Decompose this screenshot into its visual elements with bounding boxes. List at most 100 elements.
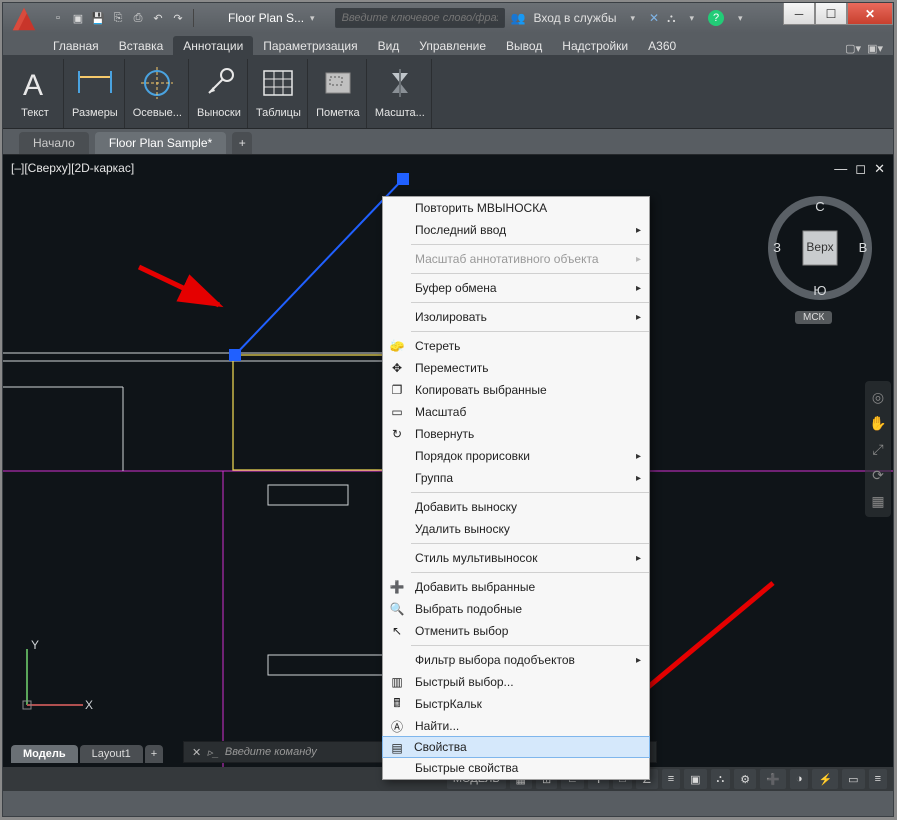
help-icon[interactable]: ? xyxy=(708,10,724,26)
tab-output[interactable]: Вывод xyxy=(496,36,552,55)
lineweight-toggle-icon[interactable]: ≡ xyxy=(662,769,680,789)
save-icon[interactable]: 💾 xyxy=(89,9,107,27)
open-icon[interactable]: ▣ xyxy=(69,9,87,27)
tab-addins[interactable]: Надстройки xyxy=(552,36,638,55)
tab-view[interactable]: Вид xyxy=(368,36,410,55)
cm-group[interactable]: Группа▸ xyxy=(383,467,649,489)
cm-quick-select[interactable]: ▥Быстрый выбор... xyxy=(383,671,649,693)
cm-properties[interactable]: ▤Свойства xyxy=(382,736,650,758)
quick-select-icon: ▥ xyxy=(389,674,405,690)
cm-add-selected[interactable]: ➕Добавить выбранные xyxy=(383,576,649,598)
redo-icon[interactable]: ↷ xyxy=(169,9,187,27)
find-icon: Ⓐ xyxy=(389,718,405,734)
move-icon: ✥ xyxy=(389,360,405,376)
customize-status-icon[interactable]: ≡ xyxy=(869,769,887,789)
cm-subobj-filter[interactable]: Фильтр выбора подобъектов▸ xyxy=(383,649,649,671)
maximize-button[interactable]: ☐ xyxy=(815,3,847,25)
plot-icon[interactable]: ⎙ xyxy=(129,9,147,27)
quick-access-toolbar: ▫ ▣ 💾 ⎘ ⎙ ↶ ↷ xyxy=(49,9,198,27)
cm-repeat[interactable]: Повторить МВЫНОСКА xyxy=(383,197,649,219)
cm-copy[interactable]: ❐Копировать выбранные xyxy=(383,379,649,401)
nav-wheel-icon[interactable]: ◎ xyxy=(868,387,888,407)
add-selected-icon: ➕ xyxy=(389,579,405,595)
ribbon-leaders[interactable]: Выноски xyxy=(191,59,248,128)
pan-icon[interactable]: ✋ xyxy=(868,413,888,433)
ribbon-tabs: Главная Вставка Аннотации Параметризация… xyxy=(3,33,893,55)
wcs-label[interactable]: МСК xyxy=(795,311,832,324)
ribbon-extra-icon[interactable]: ▢▾ xyxy=(845,42,861,55)
cm-move[interactable]: ✥Переместить xyxy=(383,357,649,379)
saveas-icon[interactable]: ⎘ xyxy=(109,9,127,27)
titlebar: ▫ ▣ 💾 ⎘ ⎙ ↶ ↷ Floor Plan S... ▾ 👥 Вход в… xyxy=(3,3,893,33)
undo-icon[interactable]: ↶ xyxy=(149,9,167,27)
new-icon[interactable]: ▫ xyxy=(49,9,67,27)
ribbon-text[interactable]: A Текст xyxy=(7,59,64,128)
command-prompt-icon: ▹_ xyxy=(207,746,219,759)
doc-tab-add-button[interactable]: + xyxy=(232,132,252,154)
ribbon-dimensions[interactable]: Размеры xyxy=(66,59,125,128)
close-button[interactable]: ✕ xyxy=(847,3,893,25)
tab-annotate[interactable]: Аннотации xyxy=(173,36,253,55)
context-menu: Повторить МВЫНОСКА Последний ввод▸ Масшт… xyxy=(382,196,650,780)
viewcube[interactable]: Верх С Ю З В МСК xyxy=(765,193,875,303)
doc-tab-active[interactable]: Floor Plan Sample* xyxy=(95,132,226,154)
tab-parametric[interactable]: Параметризация xyxy=(253,36,367,55)
showmotion-icon[interactable]: ▦ xyxy=(868,491,888,511)
select-similar-icon: 🔍 xyxy=(389,601,405,617)
hardware-accel-icon[interactable]: ⚡ xyxy=(812,769,838,789)
layout-tab[interactable]: Layout1 xyxy=(80,745,143,763)
cm-quickcalc[interactable]: 🖩БыстрКальк xyxy=(383,693,649,715)
ribbon: A Текст Размеры Осевые... Выноски Таблиц… xyxy=(3,55,893,129)
ribbon-markup[interactable]: Пометка xyxy=(310,59,367,128)
isolate-icon[interactable]: ◑ xyxy=(790,769,809,789)
cm-isolate[interactable]: Изолировать▸ xyxy=(383,306,649,328)
orbit-icon[interactable]: ⟳ xyxy=(868,465,888,485)
centerline-icon xyxy=(135,61,179,105)
exchange-icon[interactable]: ✕ xyxy=(649,11,659,25)
tab-manage[interactable]: Управление xyxy=(409,36,496,55)
ribbon-tables[interactable]: Таблицы xyxy=(250,59,308,128)
cm-draw-order[interactable]: Порядок прорисовки▸ xyxy=(383,445,649,467)
erase-icon: 🧽 xyxy=(389,338,405,354)
tab-home[interactable]: Главная xyxy=(43,36,109,55)
annomonitor-icon[interactable]: ➕ xyxy=(760,769,786,789)
tab-insert[interactable]: Вставка xyxy=(109,36,174,55)
command-placeholder: Введите команду xyxy=(225,746,317,758)
title-dropdown-icon[interactable]: ▾ xyxy=(310,13,315,24)
workspace-icon[interactable]: ⚙ xyxy=(734,769,756,789)
cm-clipboard[interactable]: Буфер обмена▸ xyxy=(383,277,649,299)
svg-text:В: В xyxy=(859,240,868,255)
cleanscreen-icon[interactable]: ▭ xyxy=(842,769,864,789)
app-logo-icon[interactable] xyxy=(7,2,41,36)
cm-erase[interactable]: 🧽Стереть xyxy=(383,335,649,357)
ribbon-centerlines[interactable]: Осевые... xyxy=(127,59,189,128)
cm-scale[interactable]: ▭Масштаб xyxy=(383,401,649,423)
cm-mleader-style[interactable]: Стиль мультивыносок▸ xyxy=(383,547,649,569)
cm-add-leader[interactable]: Добавить выноску xyxy=(383,496,649,518)
cm-find[interactable]: ⒶНайти... xyxy=(383,715,649,737)
signin-label[interactable]: Вход в службы xyxy=(534,11,617,25)
doc-tab-start[interactable]: Начало xyxy=(19,132,89,154)
infocenter-search-input[interactable] xyxy=(335,8,505,28)
signin-icon[interactable]: 👥 xyxy=(511,11,526,25)
cm-select-similar[interactable]: 🔍Выбрать подобные xyxy=(383,598,649,620)
leader-icon xyxy=(197,61,241,105)
cm-del-leader[interactable]: Удалить выноску xyxy=(383,518,649,540)
transparency-toggle-icon[interactable]: ▣ xyxy=(684,769,706,789)
command-close-icon[interactable]: ✕ xyxy=(192,746,201,759)
annoscale-icon[interactable]: ⛬ xyxy=(711,769,731,789)
ribbon-scale[interactable]: Масшта... xyxy=(369,59,432,128)
window-title: Floor Plan S... xyxy=(228,11,304,25)
a360-icon[interactable]: ⛬ xyxy=(667,11,675,26)
add-layout-button[interactable]: + xyxy=(145,745,163,763)
model-tab[interactable]: Модель xyxy=(11,745,78,763)
cm-quick-props[interactable]: Быстрые свойства xyxy=(383,757,649,779)
zoom-extents-icon[interactable]: ⤢ xyxy=(868,439,888,459)
tab-a360[interactable]: A360 xyxy=(638,36,686,55)
cm-rotate[interactable]: ↻Повернуть xyxy=(383,423,649,445)
minimize-button[interactable]: ─ xyxy=(783,3,815,25)
window-controls: ─ ☐ ✕ xyxy=(783,3,893,25)
cm-last-input[interactable]: Последний ввод▸ xyxy=(383,219,649,241)
ribbon-collapse-icon[interactable]: ▣▾ xyxy=(867,42,883,55)
cm-deselect[interactable]: ↖Отменить выбор xyxy=(383,620,649,642)
